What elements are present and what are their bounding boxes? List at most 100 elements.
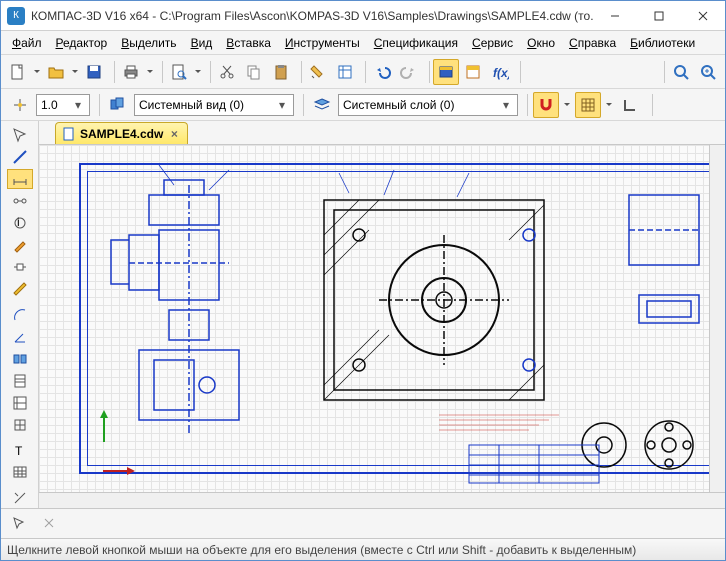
view-value: Системный вид (0) bbox=[139, 98, 275, 112]
reports-tool[interactable] bbox=[7, 393, 33, 413]
preview-button[interactable] bbox=[166, 59, 192, 85]
menu-tools[interactable]: Инструменты bbox=[278, 33, 367, 53]
copy-button[interactable] bbox=[241, 59, 267, 85]
edit-tool[interactable] bbox=[7, 235, 33, 255]
separator bbox=[158, 61, 163, 83]
measure-tool[interactable] bbox=[7, 279, 33, 299]
spec-tool[interactable] bbox=[7, 371, 33, 391]
print-dropdown[interactable] bbox=[145, 59, 155, 85]
param-tool[interactable] bbox=[7, 257, 33, 277]
view-combo[interactable]: Системный вид (0) ▾ bbox=[134, 94, 294, 116]
separator bbox=[299, 94, 304, 116]
undo-button[interactable] bbox=[369, 59, 395, 85]
open-button[interactable] bbox=[43, 59, 69, 85]
redo-button[interactable] bbox=[396, 59, 422, 85]
tab-label: SAMPLE4.cdw bbox=[80, 127, 163, 141]
separator bbox=[660, 61, 665, 83]
minimize-button[interactable] bbox=[593, 1, 637, 31]
view-toolbar: 1.0 ▾ Системный вид (0) ▾ Системный слой… bbox=[1, 89, 725, 121]
snap-button[interactable] bbox=[533, 92, 559, 118]
chevron-down-icon[interactable]: ▾ bbox=[499, 98, 513, 112]
technical-drawing bbox=[39, 145, 709, 492]
hatch-tool[interactable] bbox=[7, 488, 33, 508]
menu-spec[interactable]: Спецификация bbox=[367, 33, 465, 53]
separator bbox=[516, 61, 521, 83]
workspace: i T SAMPLE4.cdw × bbox=[1, 121, 725, 508]
layers-button[interactable] bbox=[309, 92, 335, 118]
library-button[interactable] bbox=[433, 59, 459, 85]
selection-tool[interactable] bbox=[7, 125, 33, 145]
prop-pointer[interactable] bbox=[7, 511, 33, 537]
manager-button[interactable] bbox=[460, 59, 486, 85]
print-button[interactable] bbox=[118, 59, 144, 85]
document-tabs: SAMPLE4.cdw × bbox=[39, 121, 725, 145]
menu-editor[interactable]: Редактор bbox=[49, 33, 115, 53]
menu-help[interactable]: Справка bbox=[562, 33, 623, 53]
scale-combo[interactable]: 1.0 ▾ bbox=[36, 94, 90, 116]
views-button[interactable] bbox=[105, 92, 131, 118]
menu-select[interactable]: Выделить bbox=[114, 33, 183, 53]
prop-lock[interactable] bbox=[37, 511, 63, 537]
menu-window[interactable]: Окно bbox=[520, 33, 562, 53]
preview-dropdown[interactable] bbox=[193, 59, 203, 85]
x-axis-icon bbox=[103, 470, 133, 472]
insert-tool[interactable] bbox=[7, 415, 33, 435]
views-tool[interactable] bbox=[7, 349, 33, 369]
separator bbox=[648, 94, 653, 116]
svg-text:i: i bbox=[17, 215, 20, 229]
status-text: Щелкните левой кнопкой мыши на объекте д… bbox=[7, 543, 636, 557]
separator bbox=[297, 61, 302, 83]
app-icon: К bbox=[7, 7, 25, 25]
paste-button[interactable] bbox=[268, 59, 294, 85]
maximize-button[interactable] bbox=[637, 1, 681, 31]
angle-tool[interactable] bbox=[7, 327, 33, 347]
separator bbox=[206, 61, 211, 83]
separator bbox=[361, 61, 366, 83]
menu-libraries[interactable]: Библиотеки bbox=[623, 33, 702, 53]
grid-dropdown[interactable] bbox=[604, 92, 614, 118]
svg-text:f(x): f(x) bbox=[493, 66, 509, 80]
svg-text:T: T bbox=[15, 444, 23, 458]
open-dropdown[interactable] bbox=[70, 59, 80, 85]
save-button[interactable] bbox=[81, 59, 107, 85]
symbols-tool[interactable] bbox=[7, 191, 33, 211]
horizontal-scrollbar[interactable] bbox=[39, 492, 725, 508]
state-button[interactable] bbox=[7, 92, 33, 118]
new-button[interactable] bbox=[5, 59, 31, 85]
new-dropdown[interactable] bbox=[32, 59, 42, 85]
menu-service[interactable]: Сервис bbox=[465, 33, 520, 53]
dimensions-tool[interactable] bbox=[7, 169, 33, 189]
table-tool[interactable] bbox=[7, 462, 33, 482]
text-tool[interactable]: T bbox=[7, 440, 33, 460]
variables-button[interactable]: f(x) bbox=[487, 59, 513, 85]
menu-file[interactable]: Файл bbox=[5, 33, 49, 53]
chevron-down-icon[interactable]: ▾ bbox=[71, 98, 85, 112]
roughness-tool[interactable]: i bbox=[7, 213, 33, 233]
tools-palette: i T bbox=[1, 121, 39, 508]
zoom-in-button[interactable] bbox=[668, 59, 694, 85]
close-button[interactable] bbox=[681, 1, 725, 31]
layer-combo[interactable]: Системный слой (0) ▾ bbox=[338, 94, 518, 116]
y-axis-icon bbox=[103, 412, 105, 442]
cut-button[interactable] bbox=[214, 59, 240, 85]
tab-sample4[interactable]: SAMPLE4.cdw × bbox=[55, 122, 188, 144]
main-area: SAMPLE4.cdw × bbox=[39, 121, 725, 508]
snap-dropdown[interactable] bbox=[562, 92, 572, 118]
menubar: Файл Редактор Выделить Вид Вставка Инстр… bbox=[1, 31, 725, 55]
menu-insert[interactable]: Вставка bbox=[219, 33, 278, 53]
vertical-scrollbar[interactable] bbox=[709, 145, 725, 492]
zoom-fit-button[interactable] bbox=[695, 59, 721, 85]
drawing-canvas[interactable] bbox=[39, 145, 709, 492]
tab-close-button[interactable]: × bbox=[167, 127, 181, 141]
properties-button[interactable] bbox=[332, 59, 358, 85]
geometry-tool[interactable] bbox=[7, 147, 33, 167]
separator bbox=[110, 61, 115, 83]
ortho-button[interactable] bbox=[617, 92, 643, 118]
menu-view[interactable]: Вид bbox=[184, 33, 220, 53]
grid-button[interactable] bbox=[575, 92, 601, 118]
separator bbox=[95, 94, 100, 116]
chevron-down-icon[interactable]: ▾ bbox=[275, 98, 289, 112]
arc-tool[interactable] bbox=[7, 305, 33, 325]
property-bar bbox=[1, 508, 725, 538]
format-painter-button[interactable] bbox=[305, 59, 331, 85]
